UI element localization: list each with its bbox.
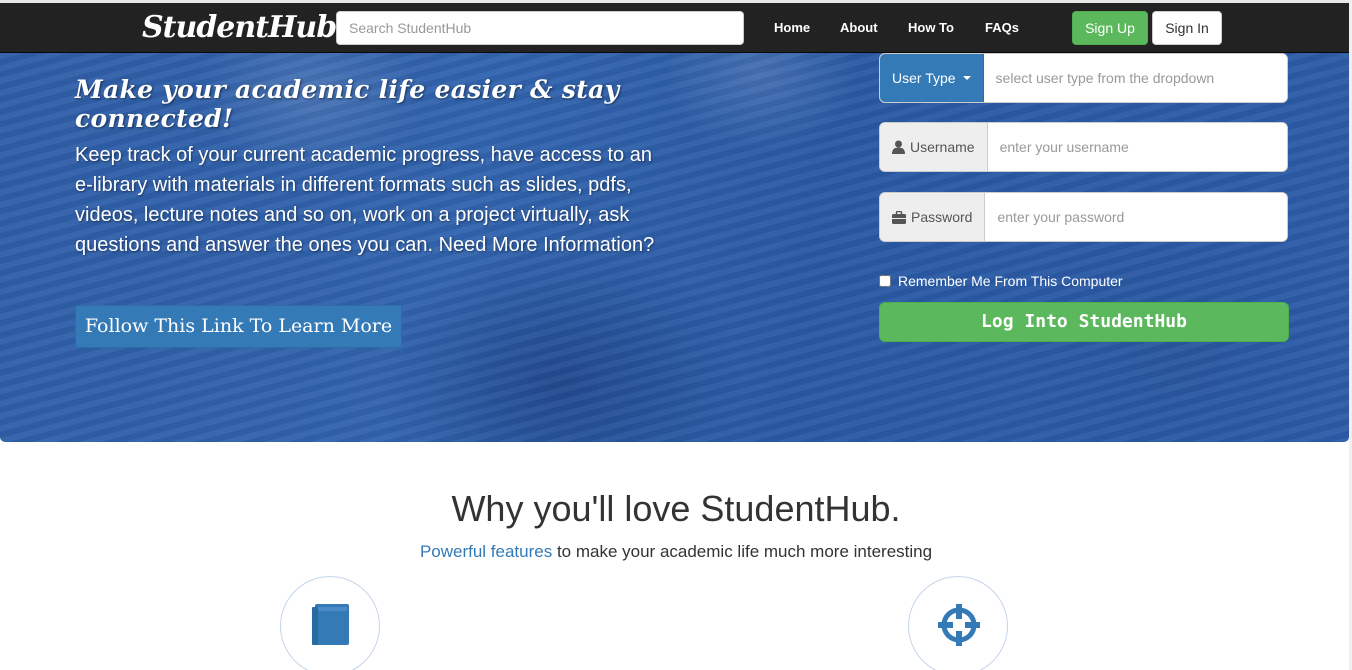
password-label: Password: [911, 209, 973, 225]
caret-down-icon: [962, 76, 971, 80]
sign-up-button[interactable]: Sign Up: [1072, 11, 1148, 45]
feature-tracking-circle: [908, 576, 1008, 670]
top-navbar: StudentHub Home About How To FAQs Sign U…: [0, 0, 1352, 53]
crosshair-icon: [938, 604, 980, 646]
search-input[interactable]: [336, 11, 744, 45]
briefcase-icon: [892, 210, 906, 224]
feature-elibrary-circle: [280, 576, 380, 670]
user-type-label: User Type: [892, 70, 956, 86]
features-subtitle: Powerful features to make your academic …: [0, 542, 1352, 562]
brand-logo-student: Student: [142, 10, 269, 45]
brand-logo[interactable]: StudentHub: [142, 8, 337, 48]
brand-logo-hub: Hub: [268, 10, 337, 45]
user-icon: [892, 140, 905, 154]
features-title: Why you'll love StudentHub.: [451, 488, 901, 529]
password-group: Password: [879, 192, 1288, 242]
hero-section: Make your academic life easier & stay co…: [0, 53, 1349, 442]
username-group: Username: [879, 122, 1288, 172]
nav-link-about[interactable]: About: [840, 11, 878, 45]
user-type-group: User Type: [879, 53, 1288, 103]
hero-description: Keep track of your current academic prog…: [75, 144, 655, 256]
remember-me-checkbox[interactable]: [879, 275, 891, 287]
learn-more-button[interactable]: Follow This Link To Learn More: [75, 305, 402, 348]
powerful-features-link[interactable]: Powerful features: [420, 542, 552, 561]
hero-tagline: Make your academic life easier & stay co…: [75, 75, 620, 133]
username-label: Username: [910, 139, 975, 155]
book-icon: [312, 604, 349, 645]
sign-in-button[interactable]: Sign In: [1152, 11, 1222, 45]
user-type-input[interactable]: [983, 54, 1287, 102]
nav-link-how-to[interactable]: How To: [908, 11, 954, 45]
password-input[interactable]: [985, 193, 1287, 241]
password-addon: Password: [880, 193, 986, 241]
nav-link-home[interactable]: Home: [774, 11, 810, 45]
username-addon: Username: [880, 123, 988, 171]
user-type-dropdown[interactable]: User Type: [880, 54, 984, 102]
features-subtitle-rest: to make your academic life much more int…: [552, 542, 933, 561]
username-input[interactable]: [987, 123, 1287, 171]
login-button[interactable]: Log Into StudentHub: [879, 302, 1289, 342]
remember-me[interactable]: Remember Me From This Computer: [879, 273, 1123, 289]
nav-link-faqs[interactable]: FAQs: [985, 11, 1019, 45]
remember-me-label: Remember Me From This Computer: [898, 273, 1123, 289]
